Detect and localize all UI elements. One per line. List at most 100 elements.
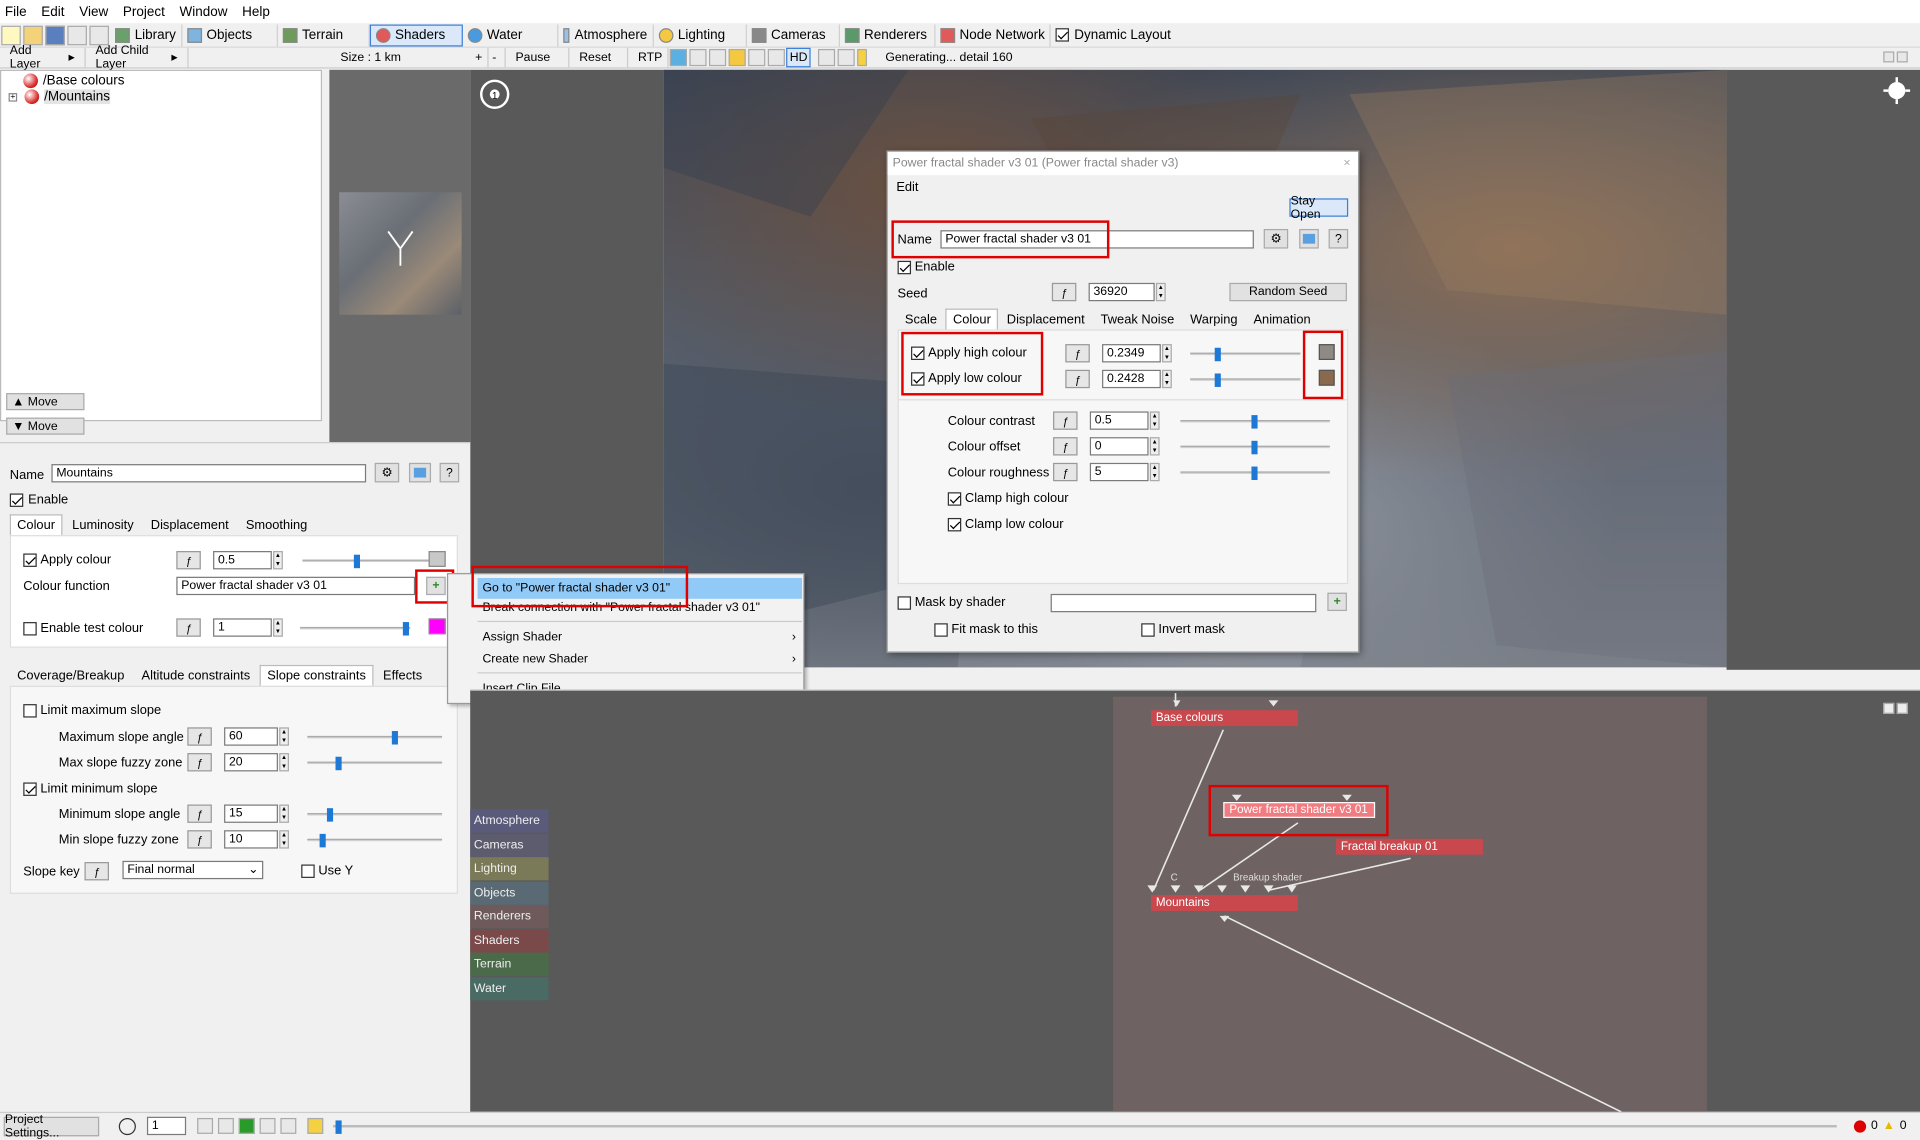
function-icon[interactable]: ƒ xyxy=(176,551,201,570)
project-settings-button[interactable]: Project Settings... xyxy=(3,1113,100,1140)
spinner[interactable]: ▲ ▼ xyxy=(273,551,283,570)
colour-swatch[interactable] xyxy=(428,551,446,567)
spinner[interactable]: ▲ ▼ xyxy=(1162,369,1172,389)
palette-renderers[interactable]: Renderers xyxy=(470,904,549,929)
cloud-icon[interactable] xyxy=(89,25,109,45)
settings-gear-icon[interactable]: ⚙ xyxy=(1263,228,1289,249)
min-slope-angle-slider[interactable] xyxy=(307,808,443,822)
test-colour-swatch[interactable] xyxy=(428,618,446,635)
function-icon[interactable]: ƒ xyxy=(1053,437,1078,456)
mask-shader-input[interactable] xyxy=(1050,593,1317,613)
tab-coverage-breakup[interactable]: Coverage/Breakup xyxy=(10,665,132,687)
menu-project[interactable]: Project xyxy=(123,4,165,19)
fit-mask-checkbox[interactable]: Fit mask to this xyxy=(934,622,1038,637)
dynamic-layout-toggle[interactable]: Dynamic Layout xyxy=(1051,24,1176,46)
test-colour-value[interactable]: 1 xyxy=(213,618,272,637)
clamp-high-colour-checkbox[interactable]: Clamp high colour xyxy=(947,491,1069,506)
size-increase-button[interactable]: + xyxy=(471,47,489,68)
max-fuzzy-value[interactable]: 20 xyxy=(224,753,278,772)
layer-item-mountains[interactable]: + /Mountains xyxy=(8,89,110,105)
limit-min-slope-checkbox[interactable]: Limit minimum slope xyxy=(23,781,158,796)
function-icon[interactable]: ƒ xyxy=(1053,411,1078,430)
spinner[interactable]: ▲ ▼ xyxy=(1149,411,1160,430)
layer-item-base-colours[interactable]: /Base colours xyxy=(9,73,124,89)
tab-renderers[interactable]: Renderers xyxy=(840,23,936,46)
node-mountains[interactable]: Mountains xyxy=(1151,895,1298,912)
tab-shaders[interactable]: Shaders xyxy=(369,23,463,46)
hd-button[interactable]: HD xyxy=(786,47,811,68)
play-icon[interactable] xyxy=(238,1117,255,1134)
help-icon[interactable]: ? xyxy=(439,462,460,483)
first-frame-icon[interactable] xyxy=(197,1117,214,1134)
low-colour-slider[interactable] xyxy=(1190,373,1301,387)
save-as-icon[interactable] xyxy=(67,25,87,45)
spinner[interactable]: ▲ ▼ xyxy=(1162,344,1172,363)
help-icon[interactable]: ? xyxy=(1328,228,1349,249)
spinner[interactable]: ▲ ▼ xyxy=(279,753,289,772)
tab-displacement[interactable]: Displacement xyxy=(999,309,1092,331)
tab-cameras[interactable]: Cameras xyxy=(746,23,840,46)
sun-icon[interactable] xyxy=(1883,77,1911,105)
node-base-colours[interactable]: Base colours xyxy=(1151,710,1298,727)
node-fractal-breakup[interactable]: Fractal breakup 01 xyxy=(1335,838,1483,855)
colour-contrast-value[interactable]: 0.5 xyxy=(1089,411,1149,430)
function-icon[interactable]: ƒ xyxy=(1065,369,1090,389)
close-icon[interactable]: × xyxy=(1338,154,1355,171)
save-icon[interactable] xyxy=(45,25,65,45)
tab-altitude-constraints[interactable]: Altitude constraints xyxy=(134,665,257,687)
open-icon[interactable] xyxy=(23,25,43,45)
move-up-button[interactable]: ▲ Move xyxy=(6,393,85,411)
preview-terrain-icon[interactable] xyxy=(689,48,707,67)
palette-water[interactable]: Water xyxy=(470,977,549,1001)
menu-file[interactable]: File xyxy=(5,4,27,19)
camera-icon[interactable] xyxy=(837,48,855,67)
slope-key-select[interactable]: Final normal ⌄ xyxy=(122,860,264,880)
menu-view[interactable]: View xyxy=(79,4,108,19)
palette-shaders[interactable]: Shaders xyxy=(470,929,549,953)
function-icon[interactable]: ƒ xyxy=(187,727,212,746)
palette-objects[interactable]: Objects xyxy=(470,881,549,905)
tab-displacement[interactable]: Displacement xyxy=(143,514,236,536)
reset-button[interactable]: Reset xyxy=(569,47,629,68)
palette-terrain[interactable]: Terrain xyxy=(470,952,549,976)
tab-luminosity[interactable]: Luminosity xyxy=(65,514,141,536)
clamp-low-colour-checkbox[interactable]: Clamp low colour xyxy=(947,517,1064,531)
view-icon[interactable] xyxy=(408,462,432,483)
spinner[interactable]: ▲ ▼ xyxy=(279,727,289,746)
function-icon[interactable]: ƒ xyxy=(187,830,212,849)
tab-warping[interactable]: Warping xyxy=(1183,309,1245,331)
menu-assign-shader[interactable]: Assign Shader › xyxy=(482,631,795,644)
use-y-checkbox[interactable]: Use Y xyxy=(301,863,353,878)
colour-function-input[interactable]: Power fractal shader v3 01 xyxy=(176,576,416,596)
viewport-window-controls[interactable] xyxy=(1882,51,1911,63)
tab-lighting[interactable]: Lighting xyxy=(653,23,747,46)
move-down-button[interactable]: ▼ Move xyxy=(6,417,85,435)
preview-water-icon[interactable] xyxy=(748,48,766,67)
seed-value[interactable]: 36920 xyxy=(1088,282,1155,302)
function-icon[interactable]: ƒ xyxy=(1051,282,1077,302)
function-icon[interactable]: ƒ xyxy=(1065,344,1090,363)
colour-roughness-value[interactable]: 5 xyxy=(1089,462,1149,482)
lock-icon[interactable] xyxy=(857,48,867,67)
max-slope-angle-slider[interactable] xyxy=(307,731,443,745)
spinner[interactable]: ▲ ▼ xyxy=(1149,437,1160,456)
colour-offset-slider[interactable] xyxy=(1180,440,1330,455)
apply-colour-checkbox[interactable]: Apply colour xyxy=(23,552,111,567)
function-icon[interactable]: ƒ xyxy=(187,753,212,772)
tab-node-network[interactable]: Node Network xyxy=(935,23,1052,46)
new-icon[interactable] xyxy=(1,25,21,45)
tab-colour[interactable]: Colour xyxy=(9,514,63,537)
timeline-slider[interactable] xyxy=(333,1120,1837,1134)
settings-gear-icon[interactable]: ⚙ xyxy=(374,462,400,483)
tab-objects[interactable]: Objects xyxy=(182,23,278,46)
invert-mask-checkbox[interactable]: Invert mask xyxy=(1141,622,1225,637)
spinner[interactable]: ▲ ▼ xyxy=(273,618,283,637)
colour-offset-value[interactable]: 0 xyxy=(1089,437,1149,456)
layer-name-input[interactable]: Mountains xyxy=(51,464,367,483)
view-icon[interactable] xyxy=(1299,228,1319,249)
test-colour-slider[interactable] xyxy=(300,622,411,636)
palette-atmosphere[interactable]: Atmosphere xyxy=(470,809,549,833)
menu-edit[interactable]: Edit xyxy=(41,4,64,19)
frame-input[interactable]: 1 xyxy=(146,1116,187,1136)
paint-icon[interactable] xyxy=(817,48,836,67)
